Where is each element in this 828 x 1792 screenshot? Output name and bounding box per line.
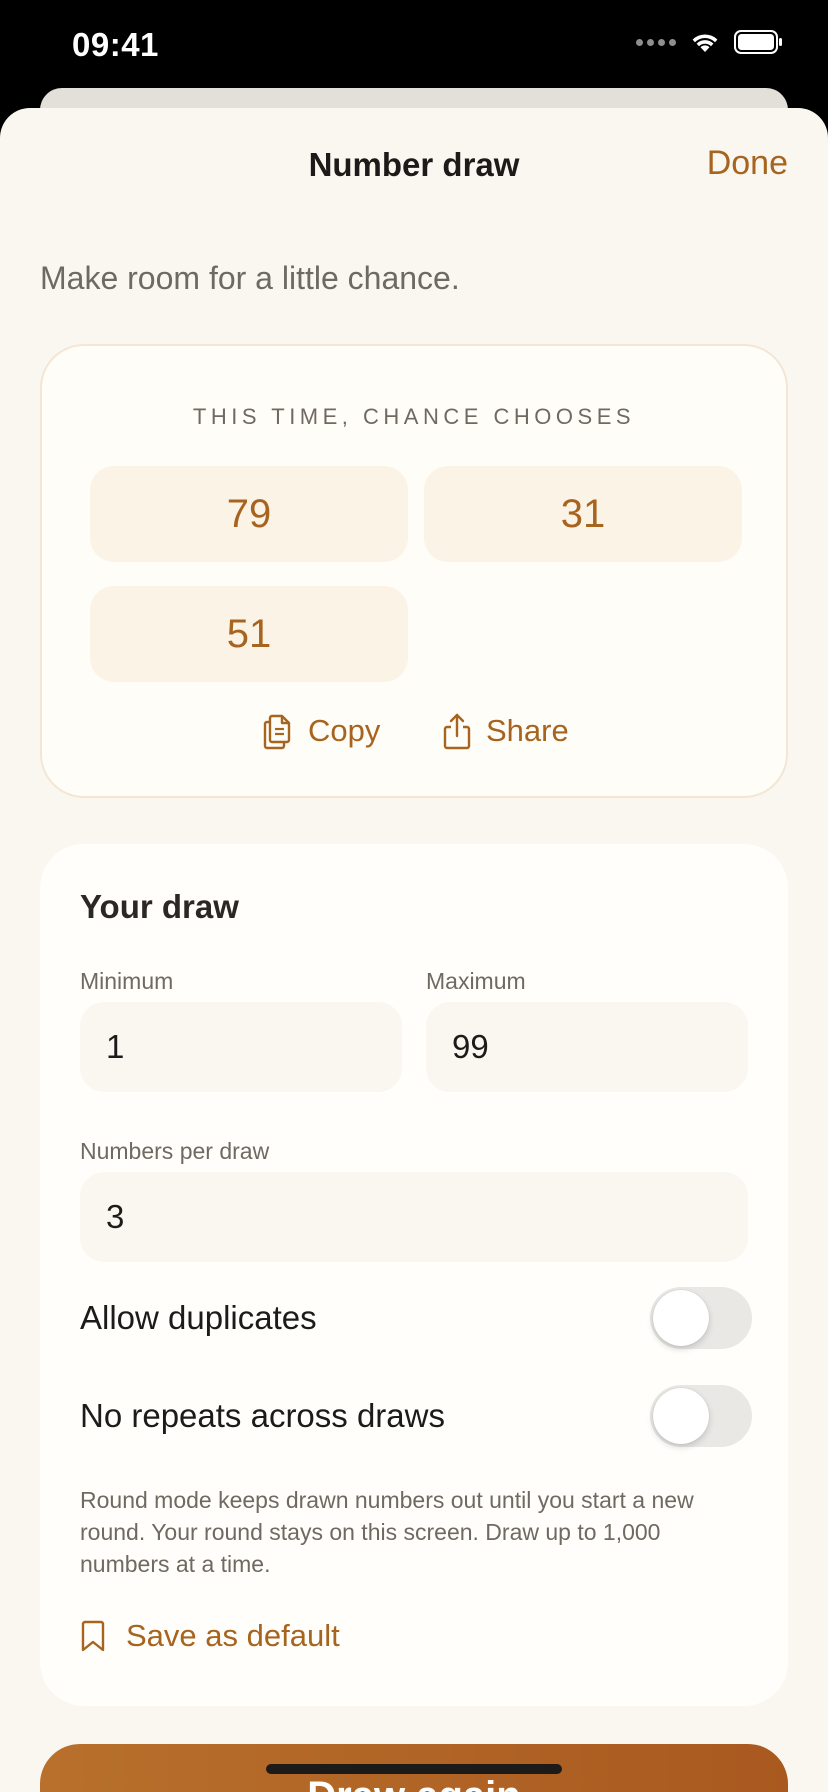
share-label: Share xyxy=(486,713,569,748)
maximum-label: Maximum xyxy=(426,968,526,994)
minimum-field[interactable]: 1 xyxy=(80,1002,402,1092)
toggle-knob xyxy=(653,1388,709,1444)
no-repeats-toggle[interactable] xyxy=(650,1385,752,1447)
share-icon xyxy=(443,713,471,750)
copy-button[interactable]: Copy xyxy=(262,712,380,750)
status-time: 09:41 xyxy=(72,26,159,63)
share-button[interactable]: Share xyxy=(442,712,569,750)
section-title: Your draw xyxy=(80,888,239,925)
bookmark-icon xyxy=(81,1620,105,1652)
round-mode-help: Round mode keeps drawn numbers out until… xyxy=(80,1487,694,1577)
drawn-number: 79 xyxy=(90,466,408,562)
toggle-knob xyxy=(653,1290,709,1346)
draw-again-label: Draw again xyxy=(307,1774,520,1792)
numbers-per-draw-label: Numbers per draw xyxy=(80,1138,270,1164)
no-repeats-label: No repeats across draws xyxy=(80,1397,445,1434)
allow-duplicates-row: Allow duplicates xyxy=(80,1286,752,1350)
nav-title: Number draw xyxy=(308,146,520,183)
cellular-signal-icon xyxy=(636,38,676,46)
numbers-per-draw-field[interactable]: 3 xyxy=(80,1172,748,1262)
number-draw-sheet: Number draw Done Make room for a little … xyxy=(0,108,828,1792)
copy-icon xyxy=(263,714,291,750)
done-button[interactable]: Done xyxy=(707,144,788,183)
tagline: Make room for a little chance. xyxy=(40,260,460,296)
maximum-field[interactable]: 99 xyxy=(426,1002,748,1092)
battery-icon xyxy=(734,30,782,54)
drawn-number: 51 xyxy=(90,586,408,682)
draw-settings-card: Your draw Minimum 1 Maximum 99 Numbers p… xyxy=(40,844,788,1706)
status-icons xyxy=(636,30,784,54)
allow-duplicates-label: Allow duplicates xyxy=(80,1299,317,1336)
home-indicator xyxy=(266,1764,562,1774)
minimum-label: Minimum xyxy=(80,968,174,994)
allow-duplicates-toggle[interactable] xyxy=(650,1287,752,1349)
wifi-icon xyxy=(692,34,718,52)
save-as-default-label: Save as default xyxy=(126,1618,340,1653)
result-card: THIS TIME, CHANCE CHOOSES 79 31 51 Copy … xyxy=(40,344,788,798)
drawn-number: 31 xyxy=(424,466,742,562)
copy-label: Copy xyxy=(308,713,381,748)
status-bar: 09:41 xyxy=(0,0,828,100)
save-as-default-button[interactable]: Save as default xyxy=(80,1618,340,1654)
result-header: THIS TIME, CHANCE CHOOSES xyxy=(192,404,636,429)
no-repeats-row: No repeats across draws xyxy=(80,1384,752,1448)
